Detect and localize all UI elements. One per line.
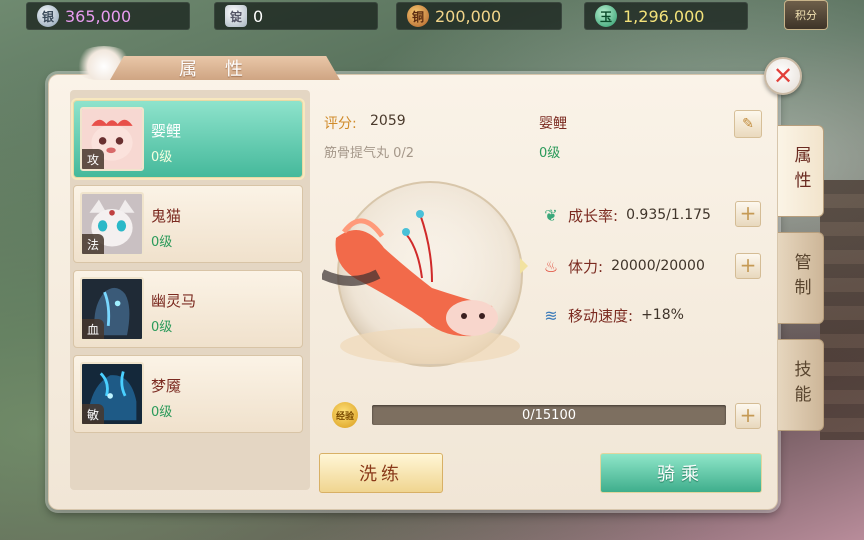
pet-class-tag: 敏 [82,404,104,424]
currency-silver-bar: 锭 0 [214,2,378,30]
stat-growth: ❦ 成长率: 0.935/1.175 [540,202,711,228]
tab-attributes[interactable]: 属性 [778,125,824,217]
points-button[interactable]: 积分 [784,0,828,30]
currency-jade-value: 1,296,000 [623,6,705,26]
tab-skills[interactable]: 技能 [778,339,824,431]
stat-value: +18% [641,307,684,323]
pet-level: 0级 [151,150,173,165]
close-button[interactable]: ✕ [764,57,802,95]
pet-name: 鬼猫 [151,207,182,225]
pet-name: 梦魇 [151,377,182,395]
tab-control[interactable]: 管制 [778,232,824,324]
leaf-icon: ❦ [544,205,558,225]
copper-coin-icon: 铜 [407,5,429,27]
pet-avatar: 法 [80,192,144,256]
pet-name: 婴鲤 [151,122,182,140]
pet-class-tag: 攻 [82,149,104,169]
pencil-icon: ✎ [742,116,754,132]
stat-value: 0.935/1.175 [626,207,711,223]
score-value: 2059 [370,113,406,129]
stat-label: 移动速度: [568,306,634,325]
wind-icon: ≋ [544,305,558,325]
exp-icon: 经验 [332,402,358,428]
upgrade-item-count: 筋骨提气丸 0/2 [324,146,415,161]
rename-button[interactable]: ✎ [734,110,762,138]
pet-avatar: 攻 [80,107,144,171]
pet-list-item-youlingma[interactable]: 血 幽灵马 0级 [73,270,303,348]
pet-list-item-guimao[interactable]: 法 鬼猫 0级 [73,185,303,263]
background-building [820,180,864,440]
currency-silver: 银 365,000 [26,2,190,30]
stamina-plus-button[interactable]: + [735,253,761,279]
blood-drop-icon: ♨ [543,256,559,276]
score-label: 评分: [324,116,357,132]
silver-ingot-icon: 银 [37,5,59,27]
stat-stamina: ♨ 体力: 20000/20000 [540,253,705,279]
pet-level: 0级 [151,235,173,250]
tab-label: 属性 [790,146,811,196]
currency-copper-value: 200,000 [435,6,502,26]
pet-detail-level: 0级 [539,146,561,161]
pet-avatar: 血 [80,277,144,341]
refine-button[interactable]: 洗练 [319,453,443,493]
pet-class-tag: 法 [82,234,104,254]
pet-name: 幽灵马 [151,292,197,310]
pet-list-item-mengyan[interactable]: 敏 梦魇 0级 [73,355,303,433]
dialog-title: 属性 [110,56,340,80]
currency-copper: 铜 200,000 [396,2,562,30]
exp-plus-button[interactable]: + [735,403,761,429]
pet-level: 0级 [151,405,173,420]
tab-label: 管制 [790,253,811,303]
ride-button[interactable]: 骑乘 [600,453,762,493]
exp-progress-text: 0/15100 [521,407,576,423]
silver-bar-icon: 锭 [225,5,247,27]
currency-silver-value: 365,000 [65,6,132,26]
stat-value: 20000/20000 [611,258,705,274]
jade-coin-icon: 玉 [595,5,617,27]
exp-progress-bar: 0/15100 [372,405,726,425]
currency-jade: 玉 1,296,000 [584,2,748,30]
tab-label: 技能 [790,360,811,410]
currency-bar: 银 365,000 锭 0 铜 200,000 玉 1,296,000 积分 [0,0,864,32]
pet-class-tag: 血 [82,319,104,339]
stat-label: 成长率: [568,206,619,225]
growth-plus-button[interactable]: + [735,201,761,227]
pet-list-item-yingli[interactable]: 攻 婴鲤 0级 [73,100,303,178]
pet-level: 0级 [151,320,173,335]
pet-model-preview[interactable] [319,178,528,374]
stat-label: 体力: [568,257,604,276]
pet-model-art [319,181,528,367]
pet-detail-name: 婴鲤 [539,116,567,132]
pet-avatar: 敏 [80,362,144,426]
currency-silver-bar-value: 0 [253,6,264,26]
stat-move-speed: ≋ 移动速度: +18% [540,302,684,328]
close-icon: ✕ [772,62,794,90]
